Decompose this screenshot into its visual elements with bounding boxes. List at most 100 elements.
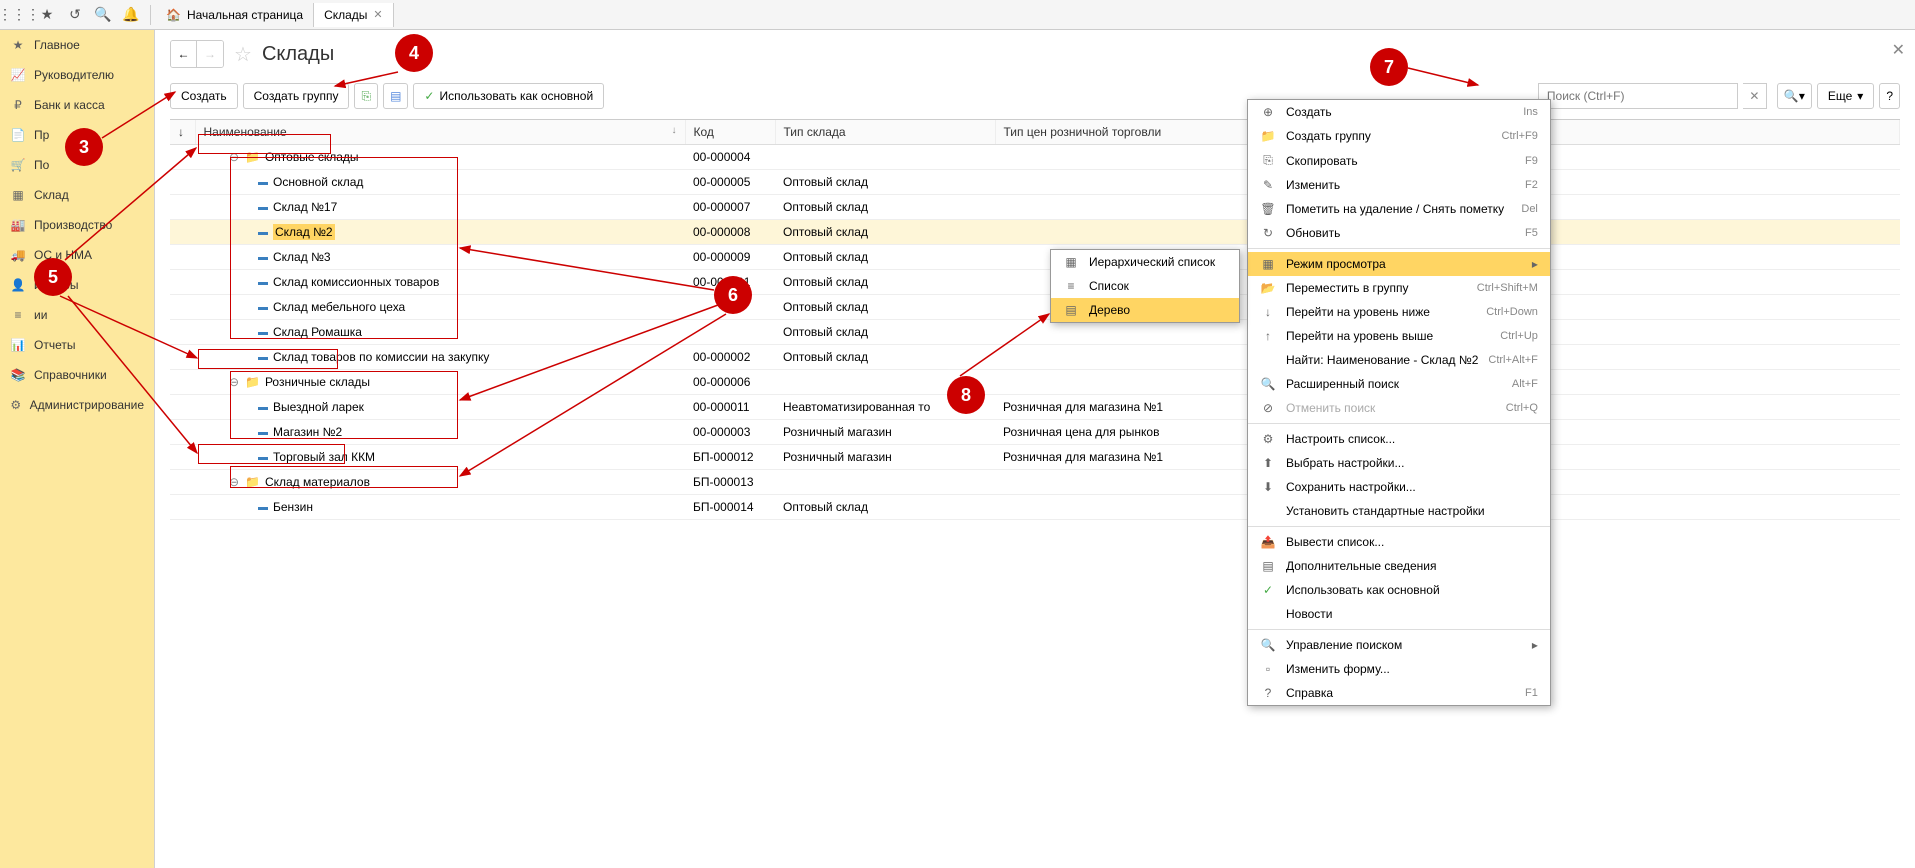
context-item[interactable]: 🔍Расширенный поискAlt+F [1248,372,1550,396]
context-item[interactable]: ↓Перейти на уровень нижеCtrl+Down [1248,300,1550,324]
menu-icon: 🔍 [1260,377,1276,391]
context-item[interactable]: 🗑Пометить на удаление / Снять пометкуDel [1248,197,1550,221]
sidebar-icon: ⚙ [10,397,22,413]
create-group-button[interactable]: Создать группу [243,83,350,109]
sidebar-item[interactable]: 📈Руководителю [0,60,154,90]
context-item[interactable]: ⬆Выбрать настройки... [1248,451,1550,475]
home-icon: 🏠 [166,8,181,22]
table-row[interactable]: ▬ Склад мебельного цехаОптовый склад [170,295,1900,320]
table-row[interactable]: ▬ Склад №200-000008Оптовый склад [170,220,1900,245]
context-item[interactable]: 📂Переместить в группуCtrl+Shift+M [1248,276,1550,300]
menu-icon: ▤ [1063,303,1079,317]
table-row[interactable]: ▬ Торговый зал ККМБП-000012Розничный маг… [170,445,1900,470]
back-button[interactable]: ← [171,41,197,67]
item-icon: ▬ [258,202,268,213]
table-row[interactable]: ⊖ 📁 Оптовые склады00-000004 [170,145,1900,170]
favorite-icon[interactable]: ☆ [234,42,252,67]
menu-icon: ⚙ [1260,432,1276,446]
submenu-item[interactable]: ≡Список [1051,274,1239,298]
main-content: ✕ ← → ☆ Склады Создать Создать группу ⎘ … [155,30,1915,868]
use-as-main-button[interactable]: ✓Использовать как основной [413,83,604,109]
copy-button[interactable]: ⎘ [354,83,378,109]
submenu-item[interactable]: ▦Иерархический список [1051,250,1239,274]
context-item[interactable]: Новости [1248,602,1550,626]
sidebar-item[interactable]: 👤и кадры [0,270,154,300]
view-mode-submenu: ▦Иерархический список≡Список▤Дерево [1050,249,1240,323]
table-row[interactable]: ▬ БензинБП-000014Оптовый склад [170,495,1900,520]
context-item[interactable]: ▦Режим просмотра▸ [1248,252,1550,276]
col-indicator[interactable]: ↓ [170,120,195,145]
context-item[interactable]: ⬇Сохранить настройки... [1248,475,1550,499]
sidebar-icon: ▦ [10,187,26,203]
table-row[interactable]: ▬ Основной склад00-000005Оптовый склад [170,170,1900,195]
menu-icon: 📂 [1260,281,1276,295]
sidebar-item[interactable]: 🏭Производство [0,210,154,240]
context-item[interactable]: Найти: Наименование - Склад №2Ctrl+Alt+F [1248,348,1550,372]
context-item[interactable]: ▫Изменить форму... [1248,657,1550,681]
sidebar-item[interactable]: ★Главное [0,30,154,60]
more-button[interactable]: Еще ▾ [1817,83,1874,109]
table-row[interactable]: ▬ Склад РомашкаОптовый склад [170,320,1900,345]
table-row[interactable]: ▬ Магазин №200-000003Розничный магазинРо… [170,420,1900,445]
context-item[interactable]: ↻ОбновитьF5 [1248,221,1550,245]
table-row[interactable]: ▬ Выездной ларек00-000011Неавтоматизиров… [170,395,1900,420]
search-options-button[interactable]: 🔍▾ [1777,83,1812,109]
menu-icon: ▫ [1260,662,1276,676]
sidebar-icon: 📄 [10,127,26,143]
context-item[interactable]: ⊕СоздатьIns [1248,100,1550,124]
list-mode-button[interactable]: ▤ [383,83,408,109]
star-icon[interactable]: ★ [35,3,59,27]
table-row[interactable]: ▬ Склад №300-000009Оптовый склад [170,245,1900,270]
context-item[interactable]: ?СправкаF1 [1248,681,1550,705]
menu-icon: ✎ [1260,178,1276,192]
search-icon[interactable]: 🔍 [91,3,115,27]
menu-icon: ↓ [1260,305,1276,319]
folder-icon: 📁 [245,375,260,389]
context-item[interactable]: ⎘СкопироватьF9 [1248,148,1550,173]
close-main-icon[interactable]: ✕ [1892,40,1905,60]
help-button[interactable]: ? [1879,83,1900,109]
search-input[interactable] [1538,83,1738,109]
col-type[interactable]: Тип склада [775,120,995,145]
context-item[interactable]: ⊘Отменить поискCtrl+Q [1248,396,1550,420]
sidebar-icon: 🛒 [10,157,26,173]
sidebar-item[interactable]: ₽Банк и касса [0,90,154,120]
sidebar-item[interactable]: ≡ии [0,300,154,330]
item-icon: ▬ [258,402,268,413]
context-item[interactable]: Установить стандартные настройки [1248,499,1550,523]
bell-icon[interactable]: 🔔 [119,3,143,27]
page-title: Склады [262,43,334,66]
context-item[interactable]: 📁Создать группуCtrl+F9 [1248,124,1550,148]
sidebar-item[interactable]: 🚚ОС и НМА [0,240,154,270]
table-row[interactable]: ⊖ 📁 Розничные склады00-000006 [170,370,1900,395]
submenu-arrow-icon: ▸ [1532,257,1538,271]
table-row[interactable]: ▬ Склад №1700-000007Оптовый склад [170,195,1900,220]
sidebar-item[interactable]: ▦Склад [0,180,154,210]
table-row[interactable]: ⊖ 📁 Склад материаловБП-000013 [170,470,1900,495]
sidebar-item[interactable]: 📊Отчеты [0,330,154,360]
history-icon[interactable]: ↺ [63,3,87,27]
context-item[interactable]: ↑Перейти на уровень вышеCtrl+Up [1248,324,1550,348]
context-item[interactable]: 🔍Управление поиском▸ [1248,633,1550,657]
table-row[interactable]: ▬ Склад товаров по комиссии на закупку00… [170,345,1900,370]
context-item[interactable]: ⚙Настроить список... [1248,427,1550,451]
sidebar-item[interactable]: 📚Справочники [0,360,154,390]
submenu-item[interactable]: ▤Дерево [1051,298,1239,322]
context-item[interactable]: ✓Использовать как основной [1248,578,1550,602]
forward-button[interactable]: → [197,41,223,67]
tab-warehouses[interactable]: Склады ✕ [314,3,394,27]
sidebar-item[interactable]: ⚙Администрирование [0,390,154,420]
close-icon[interactable]: ✕ [373,8,382,21]
col-name[interactable]: Наименование↓ [195,120,685,145]
context-item[interactable]: 📤Вывести список... [1248,530,1550,554]
warehouses-table: ↓ Наименование↓ Код Тип склада Тип цен р… [170,120,1900,520]
create-button[interactable]: Создать [170,83,238,109]
col-code[interactable]: Код [685,120,775,145]
context-item[interactable]: ✎ИзменитьF2 [1248,173,1550,197]
apps-icon[interactable]: ⋮⋮⋮ [7,3,31,27]
tab-home[interactable]: 🏠 Начальная страница [156,3,314,27]
menu-icon: ⬇ [1260,480,1276,494]
search-clear-button[interactable]: ✕ [1743,83,1767,109]
table-row[interactable]: ▬ Склад комиссионных товаров00-000001Опт… [170,270,1900,295]
context-item[interactable]: ▤Дополнительные сведения [1248,554,1550,578]
